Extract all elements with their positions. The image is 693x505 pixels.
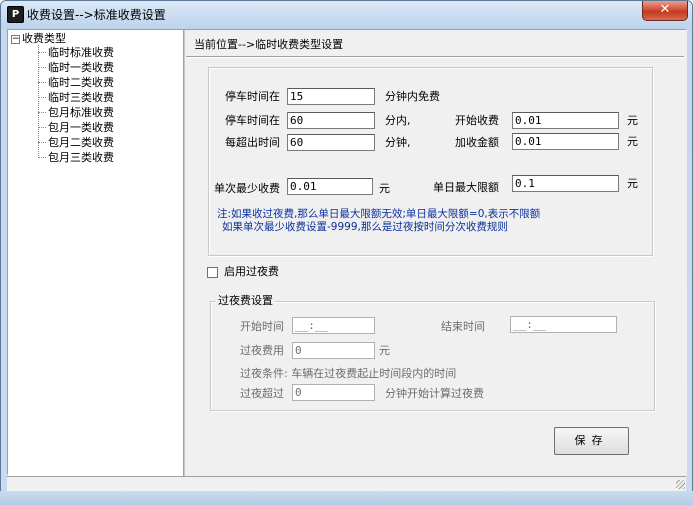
save-button[interactable]: 保存 — [554, 427, 629, 455]
divider — [186, 56, 684, 58]
tree-item-monthly-class2[interactable]: 包月二类收费 — [48, 136, 114, 149]
window-title: 收费设置-->标准收费设置 — [27, 8, 166, 22]
tree-item-monthly-class3[interactable]: 包月三类收费 — [48, 151, 114, 164]
start-fee-label: 开始收费 — [455, 114, 499, 127]
parking-time-label: 停车时间在 — [225, 114, 280, 127]
tree-branch — [38, 67, 46, 68]
resize-grip-icon[interactable] — [676, 480, 685, 489]
tree-root-fee-types[interactable]: 收费类型 — [22, 32, 66, 45]
start-fee-input[interactable]: 0.01 — [512, 112, 619, 129]
overnight-exceed-label: 过夜超过 — [240, 387, 284, 400]
note-line-1: 注:如果收过夜费,那么单日最大限额无效;单日最大限额=0,表示不限额 — [217, 208, 541, 220]
overnight-start-label: 开始时间 — [240, 320, 284, 333]
overnight-end-input[interactable]: __:__ — [510, 316, 617, 333]
overnight-start-input[interactable]: __:__ — [292, 317, 375, 334]
overnight-exceed-suffix: 分钟开始计算过夜费 — [385, 387, 484, 400]
note-line-2: 如果单次最少收费设置-9999,那么是过夜按时间分次收费规则 — [222, 221, 508, 233]
start-fee-unit: 元 — [627, 114, 638, 127]
overnight-fee-label: 过夜费用 — [240, 344, 284, 357]
tree-item-temp-standard[interactable]: 临时标准收费 — [48, 46, 114, 59]
status-bar — [7, 476, 686, 492]
minutes-label: 分钟, — [385, 136, 411, 149]
overnight-end-label: 结束时间 — [441, 320, 485, 333]
each-exceed-label: 每超出时间 — [225, 136, 280, 149]
overnight-exceed-input[interactable]: 0 — [292, 384, 375, 401]
overnight-group-title: 过夜费设置 — [216, 294, 275, 308]
add-fee-input[interactable]: 0.01 — [512, 133, 619, 150]
tree-branch — [38, 112, 46, 113]
overnight-condition-text: 过夜条件: 车辆在过夜费起止时间段内的时间 — [240, 367, 457, 380]
tree-item-monthly-standard[interactable]: 包月标准收费 — [48, 106, 114, 119]
minutes-within-label: 分内, — [385, 114, 411, 127]
daily-max-unit: 元 — [627, 177, 638, 190]
tree-item-monthly-class1[interactable]: 包月一类收费 — [48, 121, 114, 134]
close-button[interactable]: ✕ — [642, 1, 688, 21]
parking-within-label: 停车时间在 — [225, 90, 280, 103]
enable-overnight-checkbox[interactable] — [207, 267, 218, 278]
free-minutes-input[interactable]: 15 — [287, 88, 375, 105]
tree-branch — [38, 82, 46, 83]
tree-branch — [38, 97, 46, 98]
close-icon: ✕ — [659, 2, 671, 17]
location-breadcrumb: 当前位置-->临时收费类型设置 — [194, 38, 344, 51]
overnight-fee-unit: 元 — [379, 344, 390, 357]
overnight-fee-input[interactable]: 0 — [292, 342, 375, 359]
fee-type-tree[interactable]: − 收费类型 临时标准收费 临时一类收费 临时二类收费 临时三类收费 包月标准收… — [8, 30, 184, 477]
tree-item-temp-class2[interactable]: 临时二类收费 — [48, 76, 114, 89]
tree-branch — [38, 142, 46, 143]
each-exceed-input[interactable]: 60 — [287, 134, 375, 151]
min-single-fee-unit: 元 — [379, 182, 390, 195]
free-minutes-label: 分钟内免费 — [385, 90, 440, 103]
enable-overnight-label[interactable]: 启用过夜费 — [224, 265, 279, 279]
min-single-fee-input[interactable]: 0.01 — [287, 178, 373, 195]
tree-branch — [38, 127, 46, 128]
collapse-icon[interactable]: − — [11, 35, 20, 44]
tree-branch — [38, 52, 46, 53]
app-icon: P — [7, 6, 24, 23]
min-single-fee-label: 单次最少收费 — [214, 182, 280, 195]
add-fee-unit: 元 — [627, 135, 638, 148]
daily-max-input[interactable]: 0.1 — [512, 175, 619, 192]
parking-time-input[interactable]: 60 — [287, 112, 375, 129]
window-bottom-edge — [0, 491, 693, 505]
tree-branch — [38, 157, 46, 158]
tree-item-temp-class1[interactable]: 临时一类收费 — [48, 61, 114, 74]
daily-max-label: 单日最大限额 — [433, 181, 499, 194]
tree-item-temp-class3[interactable]: 临时三类收费 — [48, 91, 114, 104]
add-fee-label: 加收金额 — [455, 136, 499, 149]
